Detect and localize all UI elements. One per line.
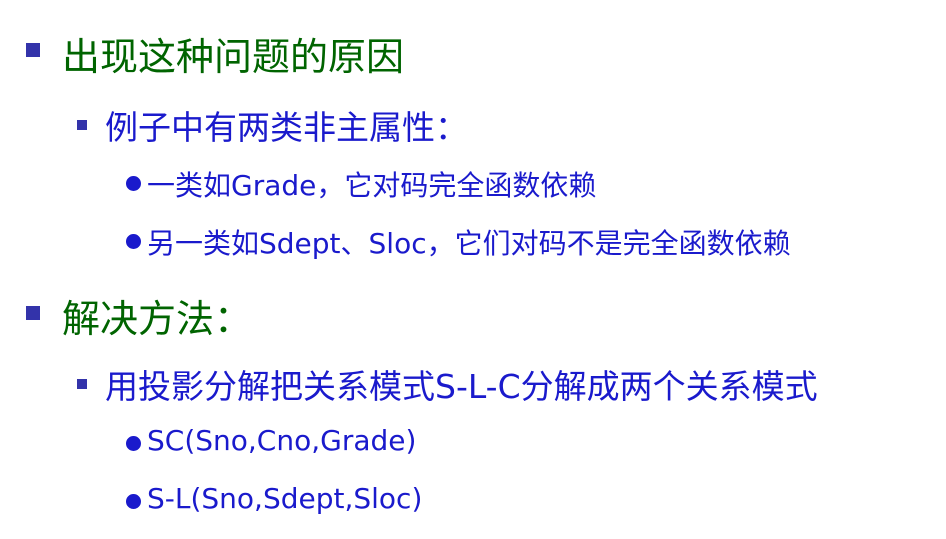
square-bullet-icon: [77, 120, 87, 130]
subpoint-projection: 用投影分解把关系模式S-L-C分解成两个关系模式: [105, 367, 818, 406]
list-item-sc: SC(Sno,Cno,Grade): [147, 424, 417, 457]
dot-bullet-icon: [126, 234, 141, 249]
dot-bullet-icon: [126, 494, 141, 509]
square-bullet-icon: [26, 306, 40, 320]
section-heading-cause: 出现这种问题的原因: [62, 35, 405, 79]
square-bullet-icon: [77, 379, 87, 389]
slide: 出现这种问题的原因 例子中有两类非主属性： 一类如Grade，它对码完全函数依赖…: [0, 0, 946, 539]
square-bullet-icon: [26, 43, 40, 57]
subpoint-attributes: 例子中有两类非主属性：: [105, 108, 468, 147]
dot-bullet-icon: [126, 176, 141, 191]
list-item-sdept-sloc: 另一类如Sdept、Sloc，它们对码不是完全函数依赖: [147, 227, 791, 260]
dot-bullet-icon: [126, 436, 141, 451]
section-heading-solution: 解决方法：: [62, 297, 253, 341]
list-item-grade: 一类如Grade，它对码完全函数依赖: [147, 169, 597, 202]
list-item-sl: S-L(Sno,Sdept,Sloc): [147, 482, 423, 515]
